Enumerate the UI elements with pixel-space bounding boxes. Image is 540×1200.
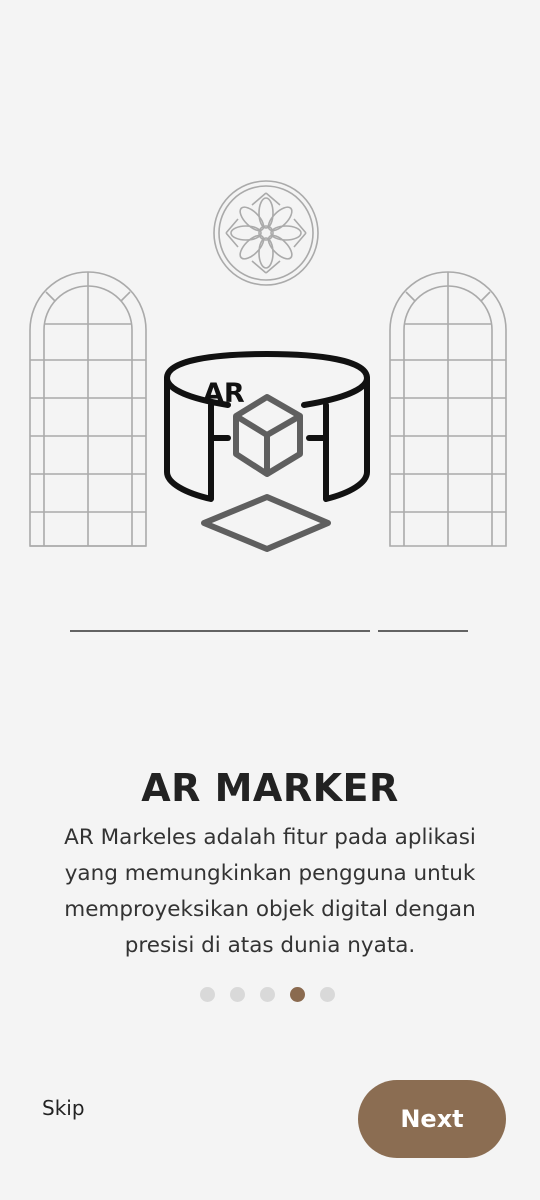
rose-window-icon [213, 180, 319, 286]
arched-window-right-icon [389, 271, 507, 547]
page-description: AR Markeles adalah fitur pada aplikasi y… [64, 825, 476, 958]
onboarding-illustration: AR [0, 0, 540, 660]
page-dot[interactable] [230, 987, 245, 1002]
ar-marker-icon: AR [164, 351, 370, 552]
ar-label: AR [203, 378, 245, 409]
page-title: AR MARKER [141, 766, 399, 810]
page-dot-active[interactable] [290, 987, 305, 1002]
page-dot[interactable] [260, 987, 275, 1002]
next-button[interactable]: Next [358, 1080, 506, 1158]
page-dot[interactable] [200, 987, 215, 1002]
skip-button[interactable]: Skip [42, 1096, 85, 1120]
page-dot[interactable] [320, 987, 335, 1002]
arched-window-left-icon [29, 271, 147, 547]
page-indicator [200, 987, 335, 1002]
